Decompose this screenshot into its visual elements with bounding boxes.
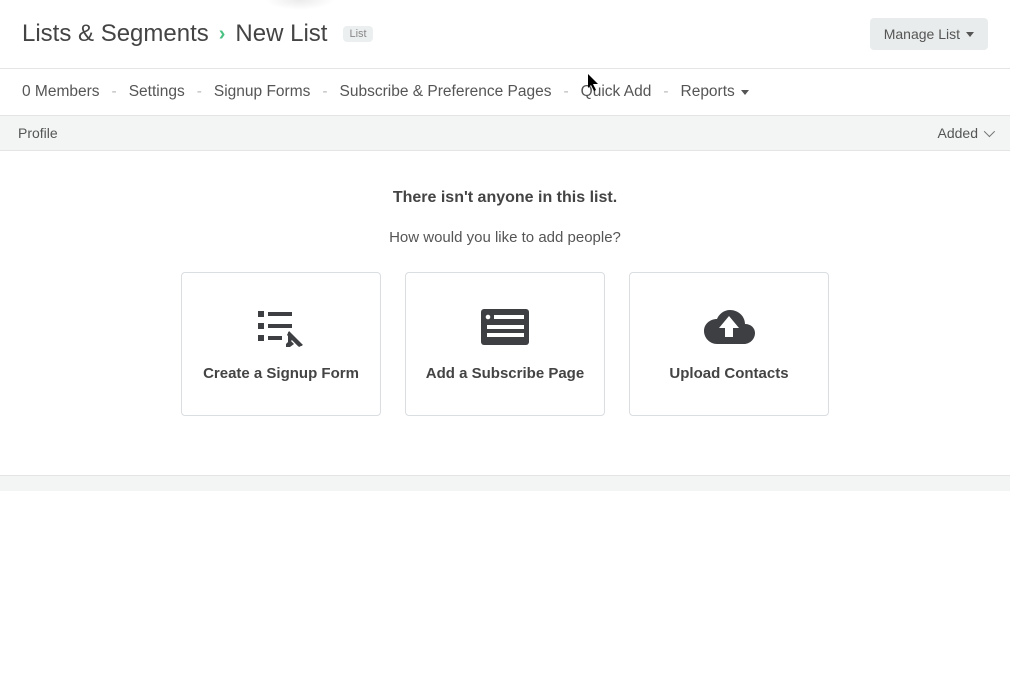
chevron-right-icon: › bbox=[219, 23, 226, 46]
subnav-settings[interactable]: Settings bbox=[129, 83, 185, 101]
breadcrumb: Lists & Segments › New List List bbox=[22, 20, 373, 48]
breadcrumb-current: New List bbox=[235, 20, 327, 48]
manage-list-button[interactable]: Manage List bbox=[870, 18, 988, 50]
subnav-reports-label: Reports bbox=[681, 83, 735, 101]
column-added[interactable]: Added bbox=[938, 125, 992, 141]
subnav-quick-add[interactable]: Quick Add bbox=[581, 83, 652, 101]
form-icon bbox=[256, 307, 306, 347]
cloud-upload-icon bbox=[701, 307, 757, 347]
separator: - bbox=[322, 83, 327, 101]
chevron-down-icon bbox=[984, 126, 995, 137]
manage-list-label: Manage List bbox=[884, 26, 960, 42]
subnav-members[interactable]: 0 Members bbox=[22, 83, 100, 101]
type-badge: List bbox=[343, 26, 372, 42]
separator: - bbox=[663, 83, 668, 101]
upload-contacts-card[interactable]: Upload Contacts bbox=[629, 272, 829, 416]
add-subscribe-page-card[interactable]: Add a Subscribe Page bbox=[405, 272, 605, 416]
card-label: Add a Subscribe Page bbox=[426, 365, 584, 382]
subnav-signup-forms[interactable]: Signup Forms bbox=[214, 83, 310, 101]
card-label: Create a Signup Form bbox=[203, 365, 359, 382]
separator: - bbox=[112, 83, 117, 101]
column-profile: Profile bbox=[18, 125, 58, 141]
caret-down-icon bbox=[966, 32, 974, 37]
breadcrumb-parent[interactable]: Lists & Segments bbox=[22, 20, 209, 48]
subnav-reports[interactable]: Reports bbox=[681, 83, 749, 101]
separator: - bbox=[197, 83, 202, 101]
empty-title: There isn't anyone in this list. bbox=[0, 189, 1010, 207]
card-label: Upload Contacts bbox=[669, 365, 788, 382]
column-added-label: Added bbox=[938, 125, 978, 141]
page-header: Lists & Segments › New List List Manage … bbox=[0, 0, 1010, 69]
caret-down-icon bbox=[741, 90, 749, 95]
empty-state: There isn't anyone in this list. How wou… bbox=[0, 151, 1010, 416]
table-header: Profile Added bbox=[0, 115, 1010, 151]
subnav: 0 Members - Settings - Signup Forms - Su… bbox=[0, 69, 1010, 115]
empty-subtitle: How would you like to add people? bbox=[0, 229, 1010, 246]
separator: - bbox=[564, 83, 569, 101]
footer-band bbox=[0, 475, 1010, 491]
card-row: Create a Signup Form Add a Subscribe Pag… bbox=[0, 272, 1010, 416]
create-signup-form-card[interactable]: Create a Signup Form bbox=[181, 272, 381, 416]
page-icon bbox=[479, 307, 531, 347]
subnav-subscribe-pages[interactable]: Subscribe & Preference Pages bbox=[340, 83, 552, 101]
